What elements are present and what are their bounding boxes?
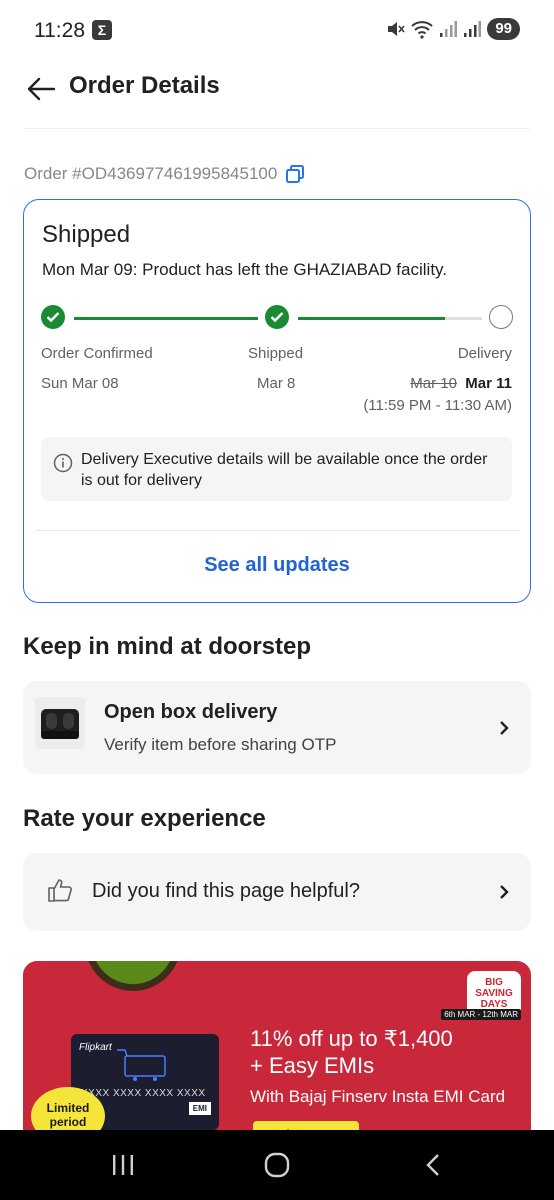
chevron-right-icon (500, 885, 509, 899)
card-emi-label: EMI (188, 1102, 211, 1115)
step-date-shipped: Mar 8 (257, 375, 296, 392)
order-id-row: Order #OD436977461995845100 (24, 164, 305, 184)
sigma-app-icon: Σ (92, 20, 112, 40)
step-date-delivery: Mar 10 Mar 11 (410, 375, 512, 392)
info-icon (53, 453, 73, 473)
mute-icon (388, 22, 405, 36)
card-brand: Flipkart (79, 1042, 112, 1053)
step-label-shipped: Shipped (248, 345, 304, 362)
product-image (35, 697, 85, 749)
back-arrow-icon[interactable] (26, 74, 56, 104)
offer-line2: + Easy EMIs (250, 1053, 375, 1078)
thumbs-up-icon (48, 879, 72, 902)
order-id: Order #OD436977461995845100 (24, 164, 278, 183)
card-number: XXXX XXXX XXXX XXXX (81, 1088, 206, 1099)
old-delivery-date: Mar 10 (410, 375, 457, 392)
step-confirmed-check-icon (41, 305, 65, 329)
sale-dates: 6th MAR - 12th MAR (441, 1009, 521, 1020)
step-date-confirmed: Sun Mar 08 (41, 375, 119, 392)
open-box-title: Open box delivery (104, 701, 278, 723)
step-label-delivery: Delivery (457, 345, 512, 362)
battery-indicator: 99 (487, 18, 520, 40)
chevron-right-icon (500, 721, 509, 735)
rate-section-title: Rate your experience (23, 805, 266, 832)
delivery-time-window: (11:59 PM - 11:30 AM) (363, 397, 512, 414)
new-delivery-date: Mar 11 (465, 375, 512, 392)
card-graphic-icon (117, 1049, 166, 1081)
wifi-icon (411, 21, 433, 39)
signal-icon (440, 21, 458, 37)
bsd-line2: SAVING (475, 988, 513, 999)
status-icons: 99 (385, 18, 520, 40)
limited-line1: Limited (46, 1101, 90, 1115)
order-status-card: Shipped Mon Mar 09: Product has left the… (23, 199, 531, 603)
order-tracker: Order Confirmed Shipped Delivery Sun Mar… (24, 200, 530, 602)
offer-line1: 11% off up to ₹1,400 (250, 1026, 453, 1051)
app-header: Order Details (0, 62, 554, 120)
step-label-confirmed: Order Confirmed (41, 345, 153, 362)
limited-line2: period (49, 1115, 87, 1129)
offer-headline: 11% off up to ₹1,400 + Easy EMIs (250, 1025, 453, 1079)
track-line-2-progress (298, 317, 445, 320)
bsd-line1: BIG (485, 977, 503, 988)
recent-apps-icon[interactable] (111, 1154, 135, 1176)
executive-info-box: Delivery Executive details will be avail… (41, 437, 512, 501)
helpful-feedback-card[interactable]: Did you find this page helpful? (23, 853, 531, 931)
status-time: 11:28 (34, 19, 85, 42)
kiwi-decoration (85, 961, 181, 991)
step-shipped-check-icon (265, 305, 289, 329)
signal-icon-2 (464, 21, 482, 37)
page-title: Order Details (69, 72, 220, 99)
see-all-updates-link[interactable]: See all updates (24, 554, 530, 577)
executive-info-text: Delivery Executive details will be avail… (81, 451, 488, 489)
open-box-delivery-card[interactable]: Open box delivery Verify item before sha… (23, 681, 531, 774)
home-icon[interactable] (264, 1152, 290, 1178)
track-line-1 (74, 317, 258, 320)
step-delivery-pending-icon (489, 305, 513, 329)
status-bar: 11:28 Σ 99 (0, 0, 554, 62)
helpful-question: Did you find this page helpful? (92, 880, 360, 902)
back-nav-icon[interactable] (425, 1153, 441, 1177)
copy-icon[interactable] (285, 164, 305, 184)
promo-banner[interactable]: BIG SAVING DAYS 6th MAR - 12th MAR Flipk… (23, 961, 531, 1136)
doorstep-section-title: Keep in mind at doorstep (23, 633, 312, 660)
offer-subtext: With Bajaj Finserv Insta EMI Card (250, 1087, 506, 1106)
card-divider (36, 530, 520, 531)
open-box-subtitle: Verify item before sharing OTP (104, 735, 337, 754)
system-nav-bar (0, 1130, 554, 1200)
limited-period-badge: Limited period (31, 1087, 105, 1136)
header-divider (24, 128, 530, 129)
